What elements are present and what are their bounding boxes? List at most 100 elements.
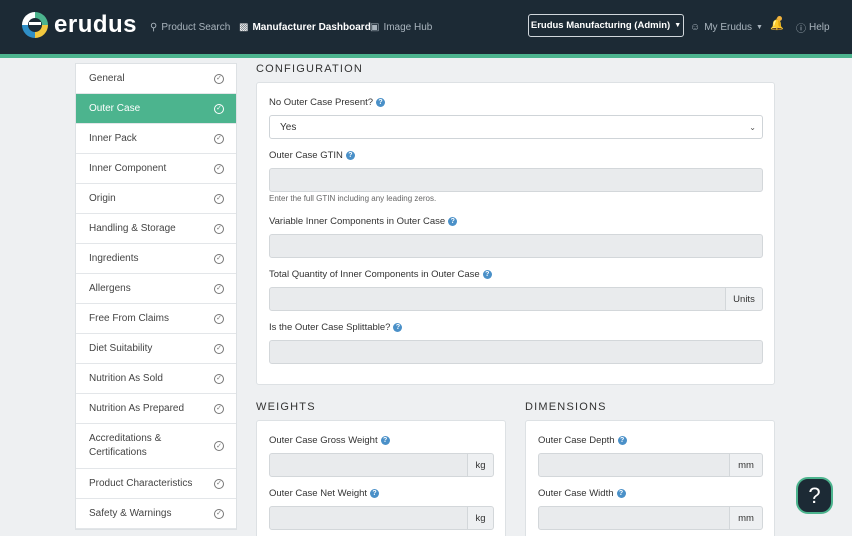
nav-image-hub[interactable]: ▣ Image Hub bbox=[370, 0, 432, 54]
nav-manufacturer-dashboard[interactable]: ▩ Manufacturer Dashboard bbox=[239, 0, 371, 54]
sidebar-item-label: Origin bbox=[89, 193, 116, 204]
nav-manufacturer-dashboard-label: Manufacturer Dashboard bbox=[252, 21, 371, 33]
gtin-label-text: Outer Case GTIN bbox=[269, 150, 343, 161]
help-icon[interactable]: ? bbox=[380, 436, 390, 445]
sidebar-item-inner-component[interactable]: Inner Component ✓ bbox=[76, 154, 236, 184]
depth-label-text: Outer Case Depth bbox=[538, 435, 615, 446]
sidebar-item-label-line2: Certifications bbox=[89, 447, 147, 458]
help-icon[interactable]: ? bbox=[617, 436, 627, 445]
check-circle-icon: ✓ bbox=[214, 223, 224, 234]
check-circle-icon: ✓ bbox=[214, 133, 224, 144]
nav-image-hub-label: Image Hub bbox=[383, 21, 433, 33]
account-dropdown-button[interactable]: Erudus Manufacturing (Admin) ▼ bbox=[528, 14, 684, 37]
no-outer-case-label-text: No Outer Case Present? bbox=[269, 97, 374, 108]
gross-weight-label-text: Outer Case Gross Weight bbox=[269, 435, 378, 446]
caret-down-icon: ▼ bbox=[756, 23, 763, 31]
my-erudus-label: My Erudus bbox=[704, 21, 753, 33]
sidebar-item-label: Nutrition As Sold bbox=[89, 373, 163, 384]
notification-dot bbox=[777, 16, 782, 21]
sidebar-item-handling-storage[interactable]: Handling & Storage ✓ bbox=[76, 214, 236, 244]
help-chat-button[interactable]: ? bbox=[796, 477, 833, 514]
help-icon[interactable]: ? bbox=[482, 270, 492, 279]
width-input[interactable] bbox=[538, 506, 730, 530]
sidebar-item-label-line1: Accreditations & bbox=[89, 433, 162, 444]
no-outer-case-select[interactable]: Yes ⌄ bbox=[269, 115, 763, 139]
gross-weight-input[interactable] bbox=[269, 453, 468, 477]
help-link[interactable]: ⓘ Help bbox=[796, 0, 830, 54]
check-circle-icon: ✓ bbox=[214, 373, 224, 384]
sidebar-item-diet-suitability[interactable]: Diet Suitability ✓ bbox=[76, 334, 236, 364]
nav-product-search[interactable]: ⚲ Product Search bbox=[150, 0, 230, 54]
depth-unit: mm bbox=[729, 453, 763, 477]
help-icon[interactable]: ? bbox=[370, 489, 380, 498]
width-label-text: Outer Case Width bbox=[538, 488, 614, 499]
sidebar-item-label: Free From Claims bbox=[89, 313, 170, 324]
erudus-logo[interactable]: erudus bbox=[22, 12, 137, 38]
splittable-input[interactable] bbox=[269, 340, 763, 364]
dimensions-card: Outer Case Depth ? mm Outer Case Width ?… bbox=[525, 420, 775, 536]
sidebar-item-label: Inner Component bbox=[89, 163, 167, 174]
sidebar-item-label: Diet Suitability bbox=[89, 343, 153, 354]
header-accent-stripe bbox=[0, 54, 852, 58]
sidebar-item-ingredients[interactable]: Ingredients ✓ bbox=[76, 244, 236, 274]
help-icon[interactable]: ? bbox=[616, 489, 626, 498]
sidebar-item-allergens[interactable]: Allergens ✓ bbox=[76, 274, 236, 304]
net-weight-label: Outer Case Net Weight ? bbox=[269, 488, 380, 499]
account-label: Erudus Manufacturing (Admin) bbox=[530, 20, 671, 31]
sidebar-item-free-from-claims[interactable]: Free From Claims ✓ bbox=[76, 304, 236, 334]
width-label: Outer Case Width ? bbox=[538, 488, 626, 499]
sidebar-item-inner-pack[interactable]: Inner Pack ✓ bbox=[76, 124, 236, 154]
variable-components-label: Variable Inner Components in Outer Case … bbox=[269, 216, 458, 227]
help-icon[interactable]: ? bbox=[393, 323, 403, 332]
help-icon[interactable]: ? bbox=[345, 151, 355, 160]
question-circle-icon: ⓘ bbox=[796, 23, 806, 35]
check-circle-icon: ✓ bbox=[214, 73, 224, 84]
gross-weight-label: Outer Case Gross Weight ? bbox=[269, 435, 390, 446]
sidebar-item-product-characteristics[interactable]: Product Characteristics ✓ bbox=[76, 469, 236, 499]
check-circle-icon: ✓ bbox=[214, 283, 224, 294]
help-label: Help bbox=[809, 21, 830, 33]
dimensions-title: DIMENSIONS bbox=[525, 401, 607, 413]
weights-card: Outer Case Gross Weight ? kg Outer Case … bbox=[256, 420, 506, 536]
check-circle-icon: ✓ bbox=[214, 193, 224, 204]
top-navigation-bar: erudus ⚲ Product Search ▩ Manufacturer D… bbox=[0, 0, 852, 54]
net-weight-unit: kg bbox=[467, 506, 494, 530]
nav-product-search-label: Product Search bbox=[161, 21, 231, 33]
depth-input[interactable] bbox=[538, 453, 730, 477]
check-circle-icon: ✓ bbox=[214, 313, 224, 324]
sidebar-item-label: Inner Pack bbox=[89, 133, 137, 144]
my-erudus-menu[interactable]: ☺ My Erudus ▼ bbox=[690, 0, 763, 54]
sidebar-item-label: Product Characteristics bbox=[89, 478, 193, 489]
sidebar-item-outer-case[interactable]: Outer Case ✓ bbox=[76, 94, 236, 124]
weights-title: WEIGHTS bbox=[256, 401, 316, 413]
check-circle-icon: ✓ bbox=[214, 103, 224, 114]
help-icon[interactable]: ? bbox=[376, 98, 386, 107]
check-circle-icon: ✓ bbox=[214, 508, 224, 519]
sidebar-item-label: Accreditations & Certifications bbox=[89, 432, 161, 460]
sidebar-item-origin[interactable]: Origin ✓ bbox=[76, 184, 236, 214]
chevron-down-icon: ⌄ bbox=[749, 122, 756, 132]
sidebar-item-general[interactable]: General ✓ bbox=[76, 64, 236, 94]
check-circle-icon: ✓ bbox=[214, 343, 224, 354]
help-icon[interactable]: ? bbox=[448, 217, 458, 226]
sidebar-item-label: Allergens bbox=[89, 283, 131, 294]
gtin-input[interactable] bbox=[269, 168, 763, 192]
depth-label: Outer Case Depth ? bbox=[538, 435, 627, 446]
net-weight-input[interactable] bbox=[269, 506, 468, 530]
sidebar-item-label: Ingredients bbox=[89, 253, 139, 264]
total-quantity-input[interactable] bbox=[269, 287, 726, 311]
sidebar-item-safety-warnings[interactable]: Safety & Warnings ✓ bbox=[76, 499, 236, 529]
variable-components-input[interactable] bbox=[269, 234, 763, 258]
width-unit: mm bbox=[729, 506, 763, 530]
sidebar-item-nutrition-as-sold[interactable]: Nutrition As Sold ✓ bbox=[76, 364, 236, 394]
splittable-label: Is the Outer Case Splittable? ? bbox=[269, 322, 403, 333]
splittable-label-text: Is the Outer Case Splittable? bbox=[269, 322, 391, 333]
no-outer-case-value: Yes bbox=[280, 121, 297, 133]
sidebar-item-nutrition-as-prepared[interactable]: Nutrition As Prepared ✓ bbox=[76, 394, 236, 424]
check-circle-icon: ✓ bbox=[214, 253, 224, 264]
sidebar-item-accreditations[interactable]: Accreditations & Certifications ✓ bbox=[76, 424, 236, 469]
no-outer-case-label: No Outer Case Present? ? bbox=[269, 97, 386, 108]
user-icon: ☺ bbox=[690, 21, 701, 33]
gtin-label: Outer Case GTIN ? bbox=[269, 150, 355, 161]
camera-icon: ▣ bbox=[370, 21, 380, 33]
